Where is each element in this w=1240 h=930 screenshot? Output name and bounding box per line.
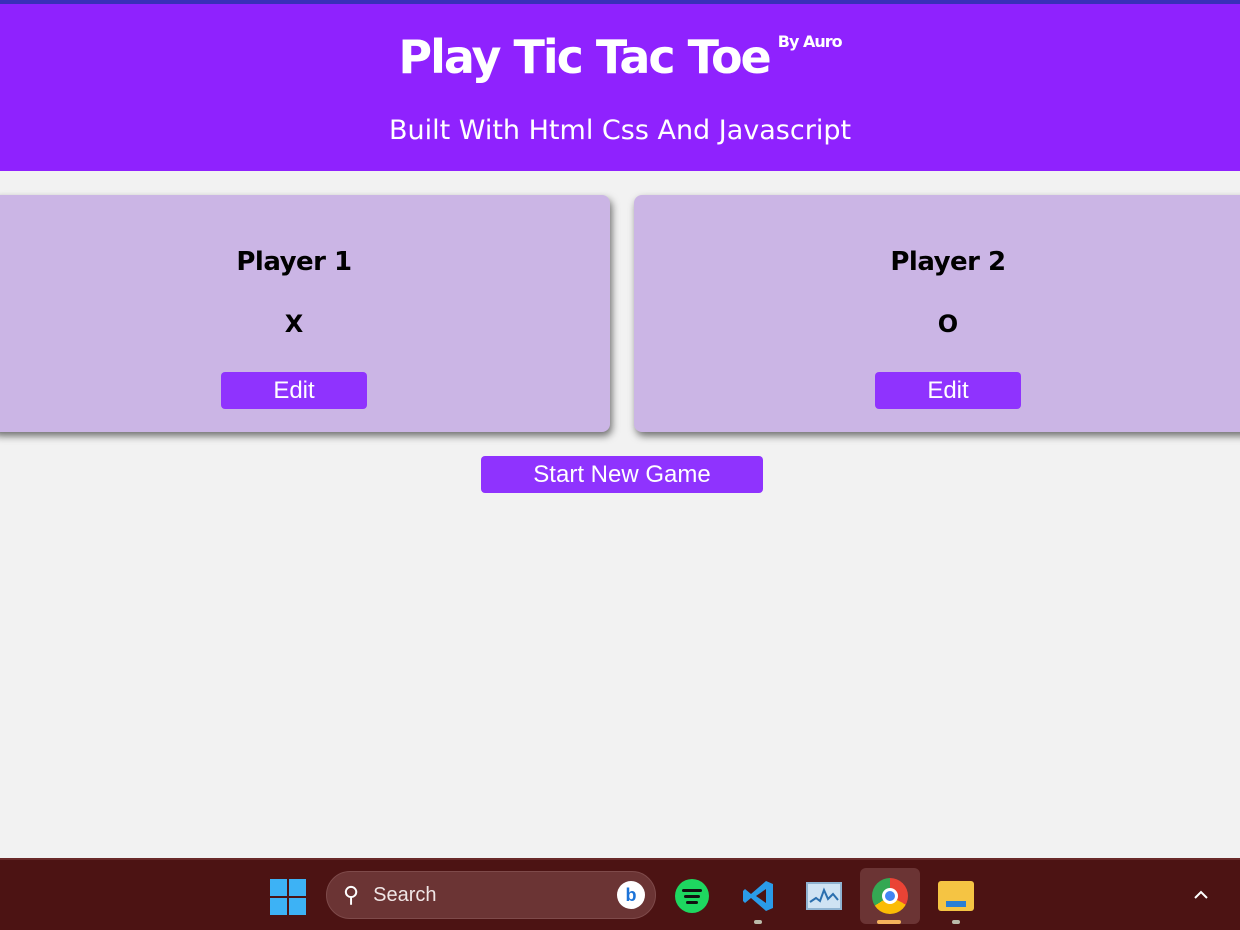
player-2-edit-button[interactable]: Edit	[875, 372, 1021, 409]
chrome-icon[interactable]	[860, 868, 920, 924]
player-2-name: Player 2	[890, 247, 1006, 277]
player-1-symbol: X	[284, 310, 304, 338]
vscode-running-indicator	[754, 920, 762, 924]
explorer-running-indicator	[952, 920, 960, 924]
player-1-edit-button[interactable]: Edit	[221, 372, 367, 409]
page-header: Play Tic Tac Toe By Auro Built With Html …	[0, 4, 1240, 171]
start-icon[interactable]	[268, 877, 308, 917]
page-title: Play Tic Tac Toe	[398, 30, 771, 84]
chevron-up-icon[interactable]	[1188, 882, 1214, 908]
search-placeholder: Search	[373, 883, 437, 906]
start-new-game-button[interactable]: Start New Game	[481, 456, 763, 493]
bing-icon[interactable]: b	[617, 881, 645, 909]
performance-monitor-icon[interactable]	[802, 874, 846, 918]
spotify-icon[interactable]	[670, 874, 714, 918]
taskbar: ⚲ Search b	[0, 858, 1240, 930]
player-2-card: Player 2 O Edit	[634, 195, 1240, 432]
file-explorer-icon[interactable]	[934, 874, 978, 918]
chrome-active-indicator	[877, 920, 901, 924]
taskbar-search-box[interactable]: ⚲ Search b	[326, 871, 656, 919]
player-1-edit-wrap: Edit	[0, 372, 588, 409]
title-row: Play Tic Tac Toe By Auro	[0, 30, 1240, 84]
author-credit: By Auro	[777, 32, 843, 51]
player-1-name: Player 1	[236, 247, 352, 277]
player-2-symbol: O	[937, 310, 959, 338]
vscode-icon[interactable]	[736, 874, 780, 918]
search-icon: ⚲	[343, 882, 360, 907]
page-subtitle: Built With Html Css And Javascript	[388, 115, 852, 146]
player-1-card: Player 1 X Edit	[0, 195, 610, 432]
player-2-edit-wrap: Edit	[634, 372, 1240, 409]
